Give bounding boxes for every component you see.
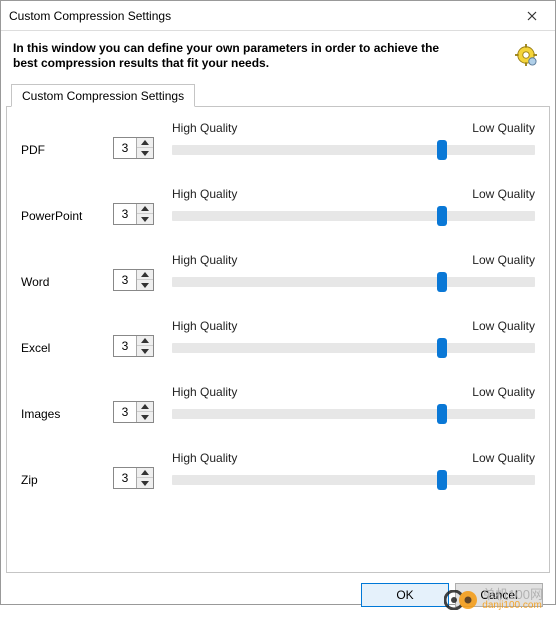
slider-area: High Quality Low Quality: [172, 121, 535, 161]
value-input[interactable]: [114, 204, 136, 224]
quality-slider[interactable]: [172, 343, 535, 353]
spin-up-button[interactable]: [137, 468, 153, 478]
spin-down-button[interactable]: [137, 214, 153, 224]
row-label: Word: [21, 275, 113, 293]
spin-down-button[interactable]: [137, 148, 153, 158]
quality-slider[interactable]: [172, 409, 535, 419]
settings-panel: PDF High Quality Low Quality PowerPoint: [6, 107, 550, 573]
slider-low-label: Low Quality: [472, 319, 535, 333]
slider-low-label: Low Quality: [472, 121, 535, 135]
slider-area: High Quality Low Quality: [172, 253, 535, 293]
chevron-down-icon: [141, 217, 149, 222]
row-label: PowerPoint: [21, 209, 113, 227]
value-spinbox[interactable]: [113, 269, 154, 291]
quality-slider[interactable]: [172, 277, 535, 287]
chevron-up-icon: [141, 206, 149, 211]
value-input[interactable]: [114, 336, 136, 356]
spin-down-button[interactable]: [137, 280, 153, 290]
titlebar: Custom Compression Settings: [1, 1, 555, 31]
slider-high-label: High Quality: [172, 385, 237, 399]
value-spinbox[interactable]: [113, 401, 154, 423]
chevron-down-icon: [141, 283, 149, 288]
value-input[interactable]: [114, 138, 136, 158]
header: In this window you can define your own p…: [1, 31, 555, 83]
value-spinbox[interactable]: [113, 203, 154, 225]
spin-up-button[interactable]: [137, 204, 153, 214]
compression-row: Excel High Quality Low Quality: [21, 319, 535, 359]
intro-text: In this window you can define your own p…: [13, 41, 453, 71]
row-label: Zip: [21, 473, 113, 491]
chevron-up-icon: [141, 272, 149, 277]
quality-slider[interactable]: [172, 475, 535, 485]
chevron-up-icon: [141, 470, 149, 475]
quality-slider[interactable]: [172, 145, 535, 155]
spin-down-button[interactable]: [137, 412, 153, 422]
spin-down-button[interactable]: [137, 346, 153, 356]
chevron-down-icon: [141, 349, 149, 354]
spin-up-button[interactable]: [137, 336, 153, 346]
slider-area: High Quality Low Quality: [172, 319, 535, 359]
value-spinbox[interactable]: [113, 467, 154, 489]
tab-custom-compression[interactable]: Custom Compression Settings: [11, 84, 195, 107]
quality-slider[interactable]: [172, 211, 535, 221]
value-input[interactable]: [114, 402, 136, 422]
chevron-up-icon: [141, 140, 149, 145]
value-spinbox[interactable]: [113, 335, 154, 357]
spin-up-button[interactable]: [137, 402, 153, 412]
row-label: Images: [21, 407, 113, 425]
slider-high-label: High Quality: [172, 451, 237, 465]
row-label: Excel: [21, 341, 113, 359]
slider-high-label: High Quality: [172, 121, 237, 135]
spin-up-button[interactable]: [137, 138, 153, 148]
value-spinbox[interactable]: [113, 137, 154, 159]
chevron-down-icon: [141, 481, 149, 486]
slider-low-label: Low Quality: [472, 253, 535, 267]
slider-area: High Quality Low Quality: [172, 187, 535, 227]
slider-high-label: High Quality: [172, 319, 237, 333]
slider-low-label: Low Quality: [472, 187, 535, 201]
compression-row: PowerPoint High Quality Low Quality: [21, 187, 535, 227]
slider-low-label: Low Quality: [472, 451, 535, 465]
value-input[interactable]: [114, 270, 136, 290]
row-label: PDF: [21, 143, 113, 161]
slider-high-label: High Quality: [172, 187, 237, 201]
tabstrip: Custom Compression Settings: [1, 83, 555, 107]
compression-row: PDF High Quality Low Quality: [21, 121, 535, 161]
slider-area: High Quality Low Quality: [172, 451, 535, 491]
chevron-up-icon: [141, 404, 149, 409]
window-title: Custom Compression Settings: [9, 9, 171, 23]
footer: OK Cancel 单机100网 danji100.com: [1, 573, 555, 617]
close-icon: [527, 11, 537, 21]
compression-row: Zip High Quality Low Quality: [21, 451, 535, 491]
slider-low-label: Low Quality: [472, 385, 535, 399]
chevron-down-icon: [141, 151, 149, 156]
chevron-down-icon: [141, 415, 149, 420]
settings-gear-icon: [515, 44, 537, 69]
compression-row: Images High Quality Low Quality: [21, 385, 535, 425]
compression-row: Word High Quality Low Quality: [21, 253, 535, 293]
cancel-button[interactable]: Cancel: [455, 583, 543, 607]
chevron-up-icon: [141, 338, 149, 343]
spin-down-button[interactable]: [137, 478, 153, 488]
ok-button[interactable]: OK: [361, 583, 449, 607]
close-button[interactable]: [509, 1, 555, 31]
spin-up-button[interactable]: [137, 270, 153, 280]
slider-high-label: High Quality: [172, 253, 237, 267]
value-input[interactable]: [114, 468, 136, 488]
slider-area: High Quality Low Quality: [172, 385, 535, 425]
